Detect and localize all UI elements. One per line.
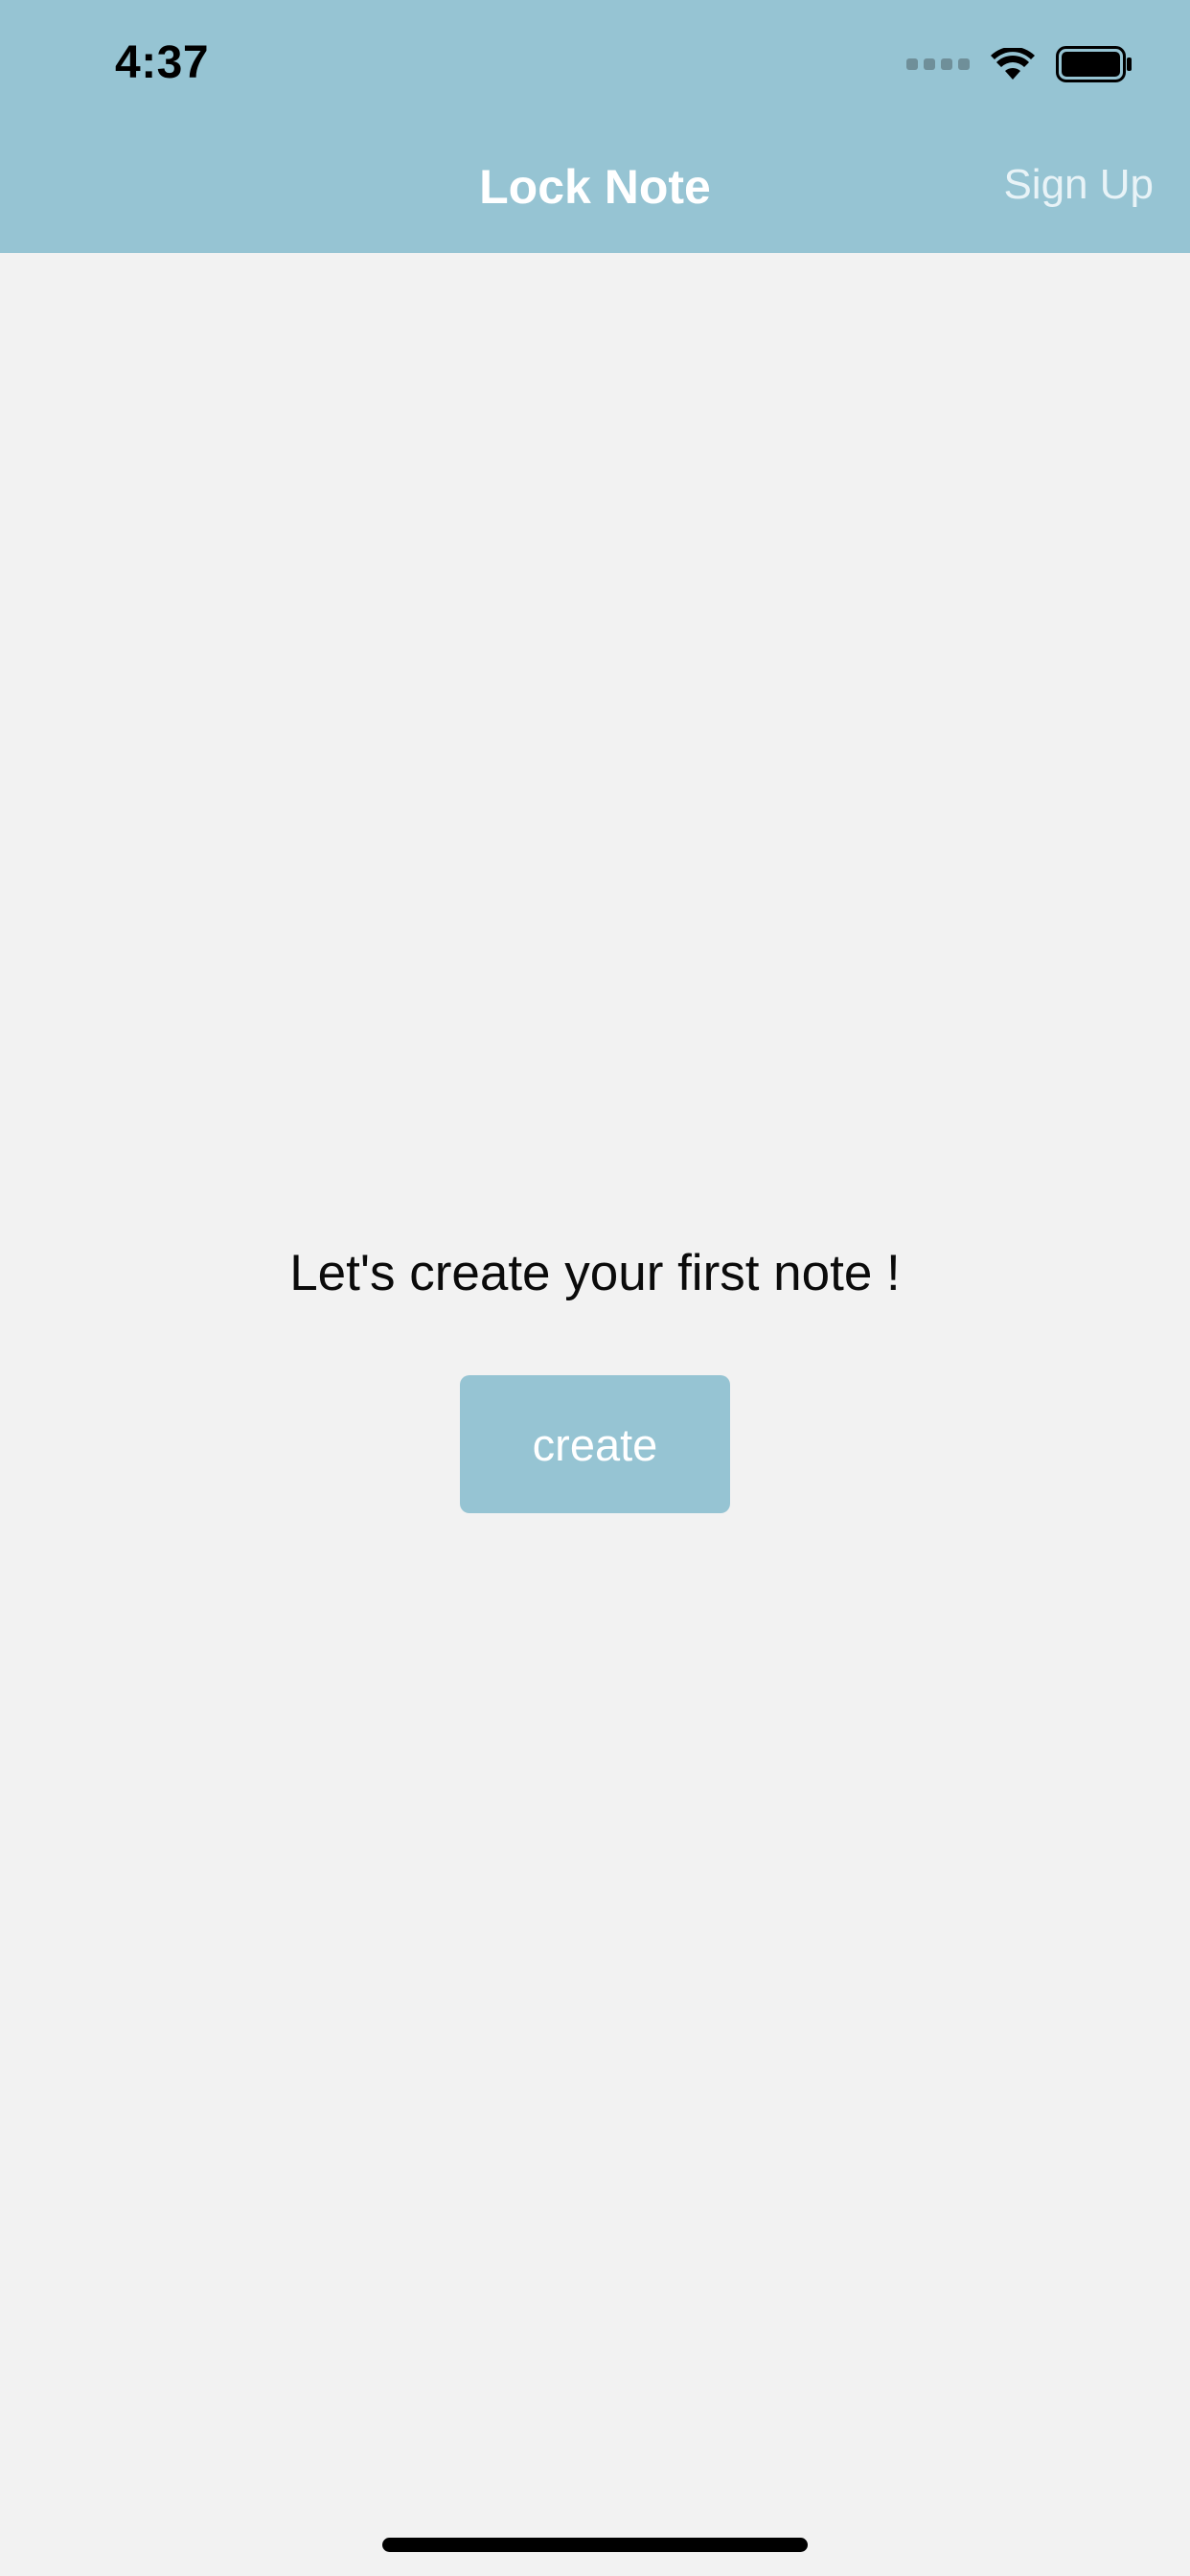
empty-state-message: Let's create your first note ! [289,1245,901,1301]
signal-dots-icon [906,58,970,70]
status-time: 4:37 [115,37,210,88]
wifi-icon [991,48,1035,80]
top-bar: 4:37 Lock Note Sign Up [0,0,1190,253]
battery-icon [1056,46,1132,82]
app-screen: 4:37 Lock Note Sign Up Let's create your… [0,0,1190,2576]
home-indicator[interactable] [382,2538,808,2552]
status-icons [906,42,1133,86]
create-note-button[interactable]: create [460,1375,730,1513]
sign-up-button[interactable]: Sign Up [1003,161,1154,209]
